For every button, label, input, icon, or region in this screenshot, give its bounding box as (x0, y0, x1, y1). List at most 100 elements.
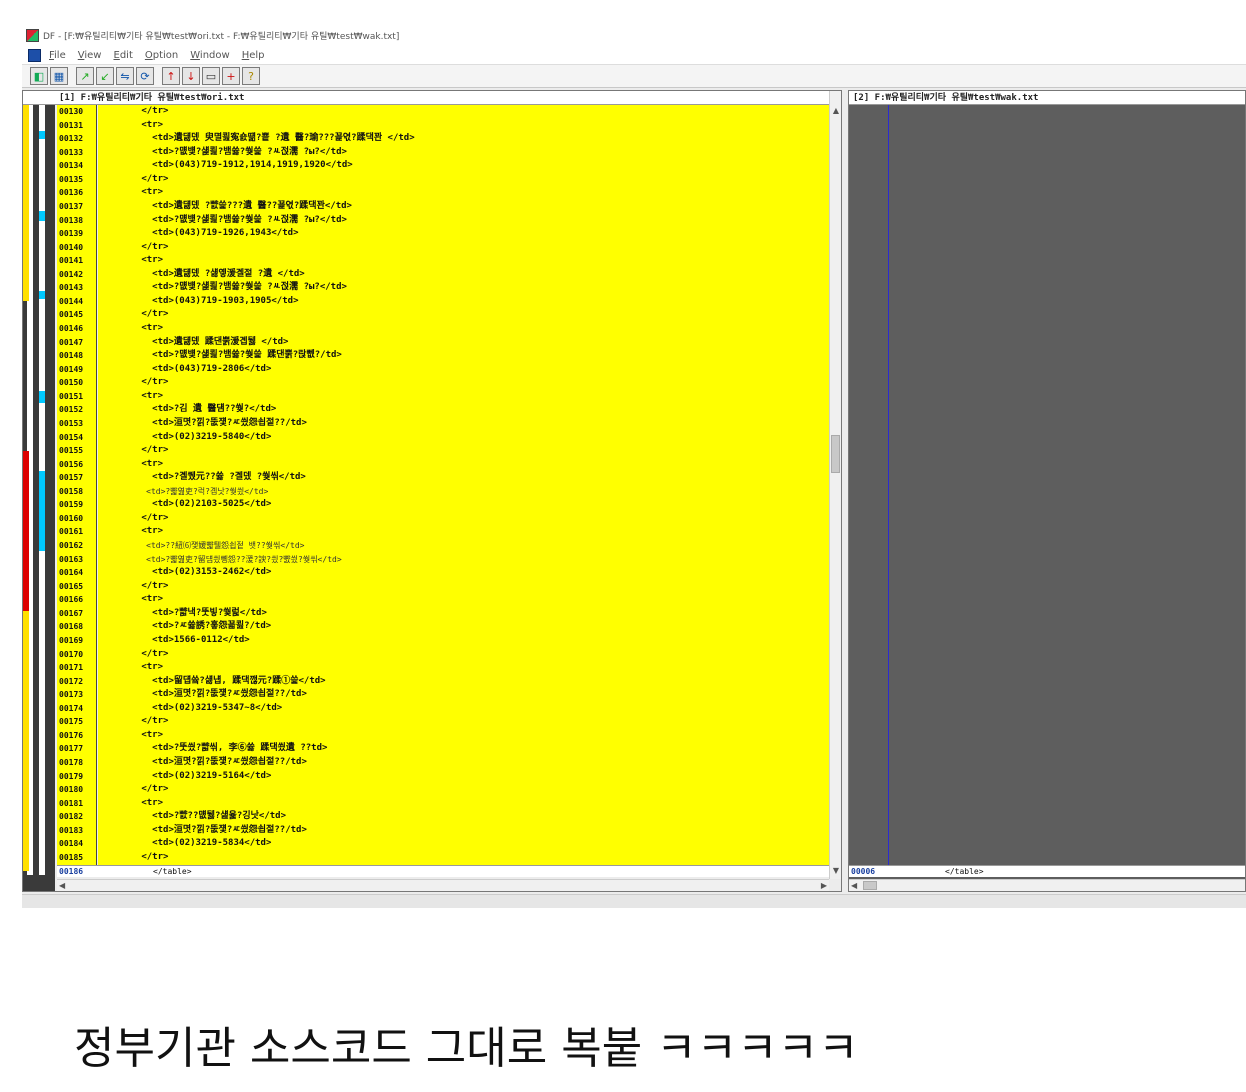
line-number: 00161 (59, 527, 84, 537)
code-line[interactable]: <td>遺덇뎄 ?뺤쓽???遺 醫??꾩엯?蹂댁꽌</td> (98, 200, 829, 214)
code-line[interactable]: <td>(043)719-1903,1905</td> (98, 295, 829, 309)
refresh-icon[interactable]: ⟳ (136, 67, 154, 85)
window-icon[interactable]: ▭ (202, 67, 220, 85)
vertical-scrollbar[interactable]: ▲ ▼ (829, 91, 841, 879)
code-line[interactable]: <td>(02)3219-5164</td> (98, 770, 829, 784)
code-line[interactable]: <td>?먮뱾?섍쾶?뱀쓣?쒖쓽 ?ㅻ젅濡 ?ы?</td> (98, 214, 829, 228)
line-number: 00138 (59, 215, 84, 225)
toolbar: ◧ ▦ ↗ ↙ ⇋ ⟳ ↑ ↓ ▭ + ? (22, 64, 1246, 88)
code-line[interactable]: <td>?ㅼ쓣誘?흫怨꾧쾶?/td> (98, 620, 829, 634)
line-number: 00172 (59, 676, 84, 686)
scroll-left-icon[interactable]: ◀ (59, 880, 65, 892)
code-line[interactable]: <tr> (98, 525, 829, 539)
code-line[interactable]: <tr> (98, 458, 829, 472)
code-line[interactable]: <td>?뺤??먮뒗?섎윭?깅낫</td> (98, 810, 829, 824)
code-line[interactable]: <td>洹몃?낅?뚮쟻?ㅼ씠怨쇱젙??/td> (98, 417, 829, 431)
code-line[interactable]: <td>(043)719-1912,1914,1919,1920</td> (98, 159, 829, 173)
code-line[interactable]: </tr> (98, 580, 829, 594)
code-line[interactable]: <td>遺덇뎄 ?섏옣湲곌젙 ?遺 </td> (98, 268, 829, 282)
menu-window[interactable]: Window (190, 50, 229, 61)
line-number: 00131 (59, 120, 84, 130)
code-line[interactable]: </tr> (98, 444, 829, 458)
menu-option[interactable]: Option (145, 50, 178, 61)
next-diff-icon[interactable]: ↙ (96, 67, 114, 85)
line-number: 00151 (59, 391, 84, 401)
first-diff-icon[interactable]: ↑ (162, 67, 180, 85)
scroll-down-icon[interactable]: ▼ (830, 865, 842, 877)
code-line[interactable]: <td>(02)3219-5840</td> (98, 431, 829, 445)
code-line[interactable]: <td>(043)719-1926,1943</td> (98, 227, 829, 241)
code-line[interactable]: <td>?뺣낵?뚯빟?쒗럹</td> (98, 607, 829, 621)
menu-edit[interactable]: Edit (113, 50, 132, 61)
menu-file[interactable]: File (49, 50, 66, 61)
scroll-right-icon[interactable]: ▶ (821, 880, 827, 892)
code-line[interactable]: </tr> (98, 783, 829, 797)
code-line[interactable]: <td>?곌퀬元??쓣 ?곌뎄 ?쒖씪</td> (98, 471, 829, 485)
prev-diff-icon[interactable]: ↗ (76, 67, 94, 85)
line-number: 00146 (59, 324, 84, 333)
code-line[interactable]: <tr> (98, 593, 829, 607)
code-line[interactable]: </tr> (98, 241, 829, 255)
code-line[interactable]: </tr> (98, 105, 829, 119)
code-line[interactable]: <td>?먮뱾?섍쾶?뱀쓣?쒖쓽 蹂댄뿕?랁뻾?/td> (98, 349, 829, 363)
code-line[interactable]: <td>??紐⑹쟻媛뺣퉬怨쇱젙 뱃??쒖씪</td> (98, 539, 829, 553)
line-number: 00006 (851, 867, 876, 876)
code-line[interactable]: <td>洹몃?낅?뚮쟻?ㅼ씠怨쇱젙??/td> (98, 756, 829, 770)
menu-view[interactable]: View (78, 50, 102, 61)
horizontal-scrollbar[interactable]: ◀ ▶ (57, 879, 829, 891)
help-icon[interactable]: ? (242, 67, 260, 85)
code-line[interactable]: <td>洹몃?낅?뚮쟻?ㅼ씠怨쇱젙??/td> (98, 824, 829, 838)
code-line[interactable]: <tr> (98, 119, 829, 133)
code-line[interactable]: </tr> (98, 715, 829, 729)
code-line[interactable]: <td>?뚯씠?뺣씪, 李⑥쓣 蹂댁쑀遺 ??td> (98, 742, 829, 756)
code-line[interactable]: <td>?먮뱾?섍쾶?뱀쓣?쒖쓽 ?ㅻ젅濡 ?ы?</td> (98, 281, 829, 295)
code-line[interactable]: <tr> (98, 186, 829, 200)
code-line[interactable]: <tr> (98, 797, 829, 811)
scroll-up-icon[interactable]: ▲ (830, 105, 842, 117)
menu-help[interactable]: Help (242, 50, 265, 61)
line-number: 00154 (59, 432, 84, 442)
code-line[interactable]: <td>?김 遺 醫덈??쒖?</td> (98, 403, 829, 417)
scroll-left-icon[interactable]: ◀ (851, 880, 857, 892)
scroll-thumb[interactable] (863, 881, 877, 890)
line-number: 00144 (59, 296, 84, 306)
code-line[interactable]: <tr> (98, 254, 829, 268)
code-line[interactable]: </tr> (98, 648, 829, 662)
code-line[interactable]: <td>(02)3219-5834</td> (98, 837, 829, 851)
code-line[interactable]: </tr> (98, 851, 829, 865)
code-line[interactable]: <td>(02)3219-5347~8</td> (98, 702, 829, 716)
code-line[interactable]: <td>遺덇뎄 蹂댄뿕湲곕뒗 </td> (98, 336, 829, 350)
code-line[interactable]: <td>洹몃?낅?뚮쟻?ㅼ씠怨쇱젙??/td> (98, 688, 829, 702)
add-icon[interactable]: + (222, 67, 240, 85)
code-line[interactable]: <td>?먮뱾?섍쾶?뱀쓣?쒖쓽 ?ㅻ젅濡 ?ы?</td> (98, 146, 829, 160)
code-line[interactable]: <td>(043)719-2806</td> (98, 363, 829, 377)
code-line[interactable]: <tr> (98, 390, 829, 404)
right-horizontal-scrollbar[interactable]: ◀ (849, 879, 1245, 891)
code-line[interactable]: </tr> (98, 512, 829, 526)
code-line[interactable]: <tr> (98, 322, 829, 336)
line-number: 00163 (59, 554, 84, 564)
code-line[interactable]: </tr> (98, 173, 829, 187)
document-icon[interactable] (28, 48, 41, 62)
diff-overview-strip[interactable] (23, 91, 55, 891)
sync-icon[interactable]: ▦ (50, 67, 68, 85)
code-line[interactable]: <tr> (98, 729, 829, 743)
code-line[interactable]: <td>?뺣엺吏?럭?곕낫?쒖씠</td> (98, 485, 829, 499)
compare-icon[interactable]: ◧ (30, 67, 48, 85)
code-line[interactable]: <td>(02)2103-5025</td> (98, 498, 829, 512)
last-diff-icon[interactable]: ↓ (182, 67, 200, 85)
code-line[interactable]: <td>(02)3153-2462</td> (98, 566, 829, 580)
code-view[interactable]: </tr> <tr> <td>遺덇뎄 臾멸쾶寃숈떎?뿉 ?遺 醫?瑜???꾩엯?… (98, 105, 829, 865)
code-line[interactable]: <tr> (98, 661, 829, 675)
code-line[interactable]: </tr> (98, 308, 829, 322)
merge-icon[interactable]: ⇋ (116, 67, 134, 85)
code-line[interactable]: <td>1566-0112</td> (98, 634, 829, 648)
line-number: 00147 (59, 337, 84, 347)
line-number: 00173 (59, 690, 84, 700)
code-line[interactable]: <td>留덉쓬?섏냽, 蹂댁깮元?蹂①쓽</td> (98, 675, 829, 689)
code-line[interactable]: <td>遺덇뎄 臾멸쾶寃숈떎?뿉 ?遺 醫?瑜???꾩엯?蹂댁꽌 </td> (98, 132, 829, 146)
caption-text: 정부기관 소스코드 그대로 복붙 ㅋㅋㅋㅋㅋ (74, 1023, 859, 1074)
scroll-thumb[interactable] (831, 435, 840, 473)
code-line[interactable]: <td>?뺣엺吏?留덉씠뼹怨??湲?諛?씠?뺤씠?쒖씪</td> (98, 553, 829, 567)
code-line[interactable]: </tr> (98, 376, 829, 390)
